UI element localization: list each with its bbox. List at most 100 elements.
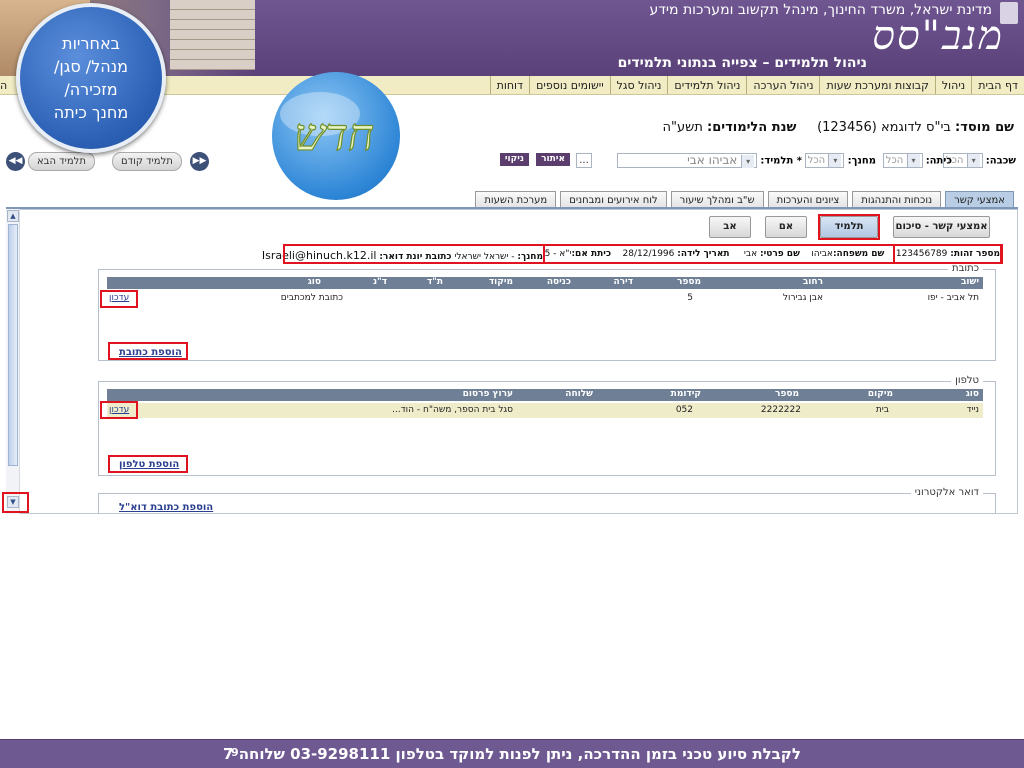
menu-item-staff[interactable]: ניהול סגל	[609, 76, 668, 94]
prev-student-button[interactable]: תלמיד קודם	[112, 152, 182, 171]
class-select[interactable]: ▾ הכל	[882, 153, 923, 168]
highlight-add-address	[108, 342, 188, 360]
new-feature-bubble: חדש	[272, 72, 400, 200]
menu-item-home[interactable]: דף הבית	[971, 76, 1024, 94]
teacher-select[interactable]: ▾ הכל	[804, 153, 845, 168]
phone-legend: טלפון	[951, 375, 983, 386]
chevron-down-icon: ▾	[906, 154, 920, 167]
header-photo	[170, 0, 255, 70]
col-mailbag: ד"נ	[372, 277, 387, 287]
add-email-link[interactable]: הוספת כתובת דוא"ל	[119, 502, 213, 513]
slide: { "header": { "gov_line": "מדינת ישראל, …	[0, 0, 1024, 768]
next-student-arrow-icon[interactable]: ◀◀	[6, 152, 25, 171]
school-label: שם מוסד:	[955, 120, 1014, 135]
highlight-mail-field	[283, 244, 545, 264]
col-type: סוג	[965, 389, 979, 399]
class-label: כיתה:	[925, 155, 952, 167]
col-type: סוג	[307, 277, 321, 287]
email-legend: דואר אלקטרוני	[910, 487, 983, 498]
teacher-select-value: הכל	[807, 155, 826, 166]
col-city: ישוב	[960, 277, 979, 287]
student-tabs: אמצעי קשרנוכחות והתנהגותציונים והערכותש"…	[471, 188, 1014, 211]
highlight-scroll-down	[2, 492, 29, 513]
system-logo: מנב"סס	[872, 13, 1004, 59]
support-text: לקבלת סיוע טכני בזמן ההדרכה, ניתן לפנות …	[223, 745, 801, 763]
locate-button[interactable]: איתור	[536, 153, 570, 166]
col-location: מיקום	[867, 389, 893, 399]
role-badge-line: מנהל/ סגן/	[53, 57, 129, 76]
year-value: תשע"ה	[662, 120, 703, 135]
cell-location: בית	[875, 405, 889, 415]
scroll-up-icon[interactable]: ▲	[7, 210, 19, 222]
col-entrance: כניסה	[546, 277, 571, 287]
col-street: רחוב	[802, 277, 823, 287]
menu-item-reports[interactable]: דוחות	[489, 76, 529, 94]
more-options-button[interactable]: ...	[576, 153, 592, 168]
cell-street: אבן גבירול	[782, 293, 823, 303]
cell-type: כתובת למכתבים	[280, 293, 343, 303]
student-filter: * תלמיד: ▾ אביהו אבי	[617, 153, 802, 168]
student-label: * תלמיד:	[760, 155, 802, 167]
address-section: כתובת ישוב רחוב מספר דירה כניסה מיקוד ת"…	[98, 263, 996, 361]
student-filter-bar: שכבה: ▾ הכל כיתה: ▾ הכל מחנך: ▾ הכל * תל…	[0, 150, 1024, 172]
col-extension: שלוחה	[565, 389, 593, 399]
cell-city: תל אביב - יפו	[927, 293, 979, 303]
menu-item-groups-schedule[interactable]: קבוצות ומערכת שעות	[819, 76, 934, 94]
col-zip: מיקוד	[488, 277, 513, 287]
layer-label: שכבה:	[985, 155, 1016, 167]
next-student-button[interactable]: תלמיד הבא	[28, 152, 95, 171]
address-legend: כתובת	[948, 263, 983, 274]
col-channel: ערוץ פרסום	[462, 389, 513, 399]
blank-area	[0, 514, 1024, 739]
prev-student-arrow-icon[interactable]: ▶▶	[190, 152, 209, 171]
role-badge-line: באחריות	[62, 34, 120, 53]
col-number: מספר	[677, 277, 701, 287]
menu-edge-label: ה	[0, 79, 8, 92]
class-select-value: הכל	[885, 155, 904, 166]
contact-summary-button[interactable]: אמצעי קשר - סיכום	[893, 216, 990, 238]
phone-grid-header: סוג מיקום מספר קידומת שלוחה ערוץ פרסום	[107, 389, 983, 401]
chevron-down-icon: ▾	[741, 155, 755, 168]
chevron-down-icon: ▾	[828, 154, 842, 167]
scrollbar-thumb[interactable]	[8, 224, 18, 466]
address-grid-header: ישוב רחוב מספר דירה כניסה מיקוד ת"ד ד"נ …	[107, 277, 983, 289]
role-badge: באחריות מנהל/ סגן/ מזכירה/ מחנך כיתה	[16, 3, 166, 153]
role-badge-line: מזכירה/	[64, 80, 118, 99]
chevron-down-icon: ▾	[966, 154, 980, 167]
col-prefix: קידומת	[670, 389, 701, 399]
cell-channel: סגל בית הספר, משה"ח - הוד...	[392, 405, 513, 415]
clear-button[interactable]: ניקוי	[499, 153, 529, 166]
cell-prefix: 052	[675, 405, 693, 415]
col-number: מספר	[775, 389, 799, 399]
menu-item-assessment[interactable]: ניהול הערכה	[746, 76, 819, 94]
cell-number: 2222222	[760, 405, 801, 415]
support-footer: לקבלת סיוע טכני בזמן ההדרכה, ניתן לפנות …	[0, 739, 1024, 768]
col-pobox: ת"ד	[426, 277, 443, 287]
highlight-student-button	[818, 214, 880, 240]
highlight-edit-phone	[100, 401, 138, 419]
new-feature-graphic: חדש	[280, 92, 375, 162]
teacher-filter: מחנך: ▾ הכל	[804, 153, 876, 168]
school-value: בי"ס לדוגמא (123456)	[817, 120, 951, 135]
table-row: נייד בית 2222222 052 סגל בית הספר, משה"ח…	[107, 403, 983, 418]
father-contact-button[interactable]: אב	[709, 216, 751, 238]
layer-filter: שכבה: ▾ הכל	[942, 153, 1016, 168]
mother-contact-button[interactable]: אם	[765, 216, 807, 238]
app-title: ניהול תלמידים – צפייה בנתוני תלמידים	[617, 55, 867, 71]
menu-item-manage[interactable]: ניהול	[934, 76, 971, 94]
school-info: שם מוסד: בי"ס לדוגמא (123456) שנת הלימוד…	[663, 120, 1015, 135]
menu-item-students[interactable]: ניהול תלמידים	[667, 76, 746, 94]
phone-section: טלפון סוג מיקום מספר קידומת שלוחה ערוץ פ…	[98, 375, 996, 476]
page-number: 9	[231, 746, 239, 759]
student-select[interactable]: ▾ אביהו אבי	[617, 153, 758, 168]
year-label: שנת הלימודים:	[707, 120, 797, 135]
teacher-label: מחנך:	[847, 155, 876, 167]
highlight-add-phone	[108, 455, 188, 473]
highlight-edit-address	[100, 290, 138, 308]
cell-number: 5	[687, 293, 693, 303]
new-feature-text: חדש	[294, 110, 374, 161]
col-apartment: דירה	[613, 277, 633, 287]
class-filter: כיתה: ▾ הכל	[882, 153, 952, 168]
menu-item-more-apps[interactable]: יישומים נוספים	[529, 76, 610, 94]
highlight-student-details	[543, 244, 1003, 264]
